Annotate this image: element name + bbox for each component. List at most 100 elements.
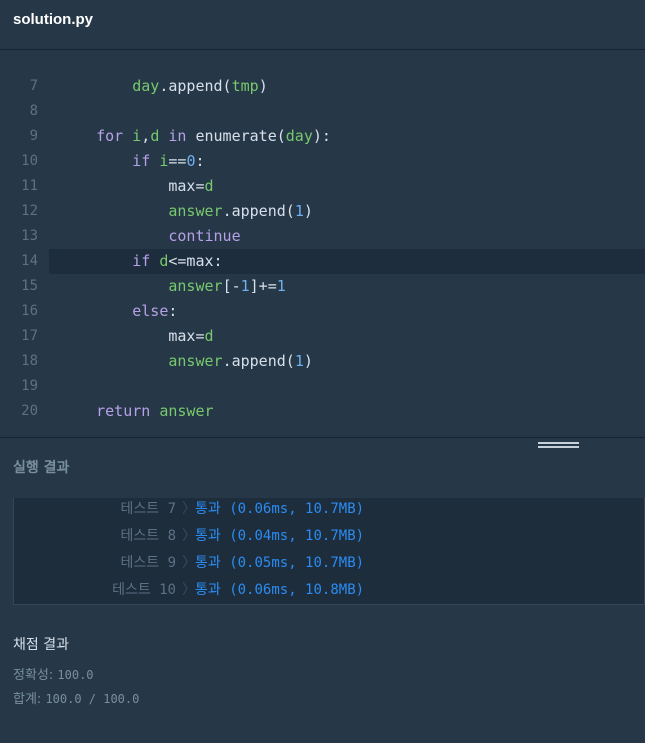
- code-token: ): [303, 352, 313, 370]
- result-row: 테스트 9 〉 통과 (0.05ms, 10.7MB): [14, 550, 644, 577]
- code-token: continue: [168, 227, 241, 245]
- code-text: if i==0:: [60, 149, 205, 174]
- total-value: 100.0 / 100.0: [45, 692, 140, 706]
- code-token: answer: [159, 402, 214, 420]
- line-number: 12: [21, 203, 38, 219]
- line-number: 9: [29, 128, 38, 144]
- code-token: :: [195, 152, 205, 170]
- code-line[interactable]: 12 answer.append(1): [0, 199, 645, 224]
- file-title: solution.py: [13, 11, 93, 28]
- code-line[interactable]: 19: [0, 374, 645, 399]
- line-number: 8: [29, 103, 38, 119]
- code-token: [-: [222, 277, 241, 295]
- code-token: ): [258, 77, 268, 95]
- code-token: ):: [312, 127, 331, 145]
- result-row: 테스트 8 〉 통과 (0.04ms, 10.7MB): [14, 523, 644, 550]
- test-name: 테스트 8: [120, 528, 177, 544]
- code-token: .append(: [159, 77, 232, 95]
- accuracy-value: 100.0: [57, 668, 94, 682]
- code-text: else:: [60, 299, 177, 324]
- line-number: 11: [21, 178, 38, 194]
- code-text: return answer: [60, 399, 214, 424]
- code-text: continue: [60, 224, 241, 249]
- code-line[interactable]: 17 max=d: [0, 324, 645, 349]
- total-label: 합계:: [13, 692, 46, 707]
- code-line[interactable]: 13 continue: [0, 224, 645, 249]
- code-token: ]+=: [249, 277, 277, 295]
- accuracy-label: 정확성:: [13, 668, 58, 683]
- test-result: 통과 (0.05ms, 10.7MB): [195, 555, 365, 571]
- code-line[interactable]: 8: [0, 99, 645, 124]
- code-token: ,: [141, 127, 151, 145]
- code-token: .append(: [222, 202, 295, 220]
- code-token: enumerate(: [195, 127, 286, 145]
- code-token: d: [204, 177, 214, 195]
- code-token: ==: [168, 152, 187, 170]
- code-line[interactable]: 20 return answer: [0, 399, 645, 424]
- code-editor[interactable]: 7 day.append(tmp) 8 9 for i,d in enumerate…: [0, 51, 645, 437]
- result-row: 테스트 10 〉 통과 (0.06ms, 10.8MB): [14, 577, 644, 604]
- chevron-right-icon: 〉: [182, 528, 196, 544]
- code-token: 1: [276, 277, 286, 295]
- code-token: if: [132, 152, 160, 170]
- test-name: 테스트 9: [120, 555, 177, 571]
- code-text: answer[-1]+=1: [60, 274, 286, 299]
- results-panel[interactable]: 테스트 7 〉 통과 (0.06ms, 10.7MB) 테스트 8 〉 통과 (…: [13, 498, 645, 605]
- code-token: for: [96, 127, 133, 145]
- code-token: .append(: [222, 352, 295, 370]
- line-number: 10: [21, 153, 38, 169]
- code-token: tmp: [231, 77, 259, 95]
- code-token: day: [132, 77, 160, 95]
- code-token: answer: [168, 202, 223, 220]
- code-token: in: [159, 127, 196, 145]
- test-result: 통과 (0.06ms, 10.7MB): [195, 501, 365, 517]
- line-number: 13: [21, 228, 38, 244]
- code-token: 1: [294, 352, 304, 370]
- code-token: i: [132, 127, 142, 145]
- grading-title: 채점 결과: [13, 637, 69, 653]
- code-text: answer.append(1): [60, 199, 313, 224]
- result-row: 테스트 7 〉 통과 (0.06ms, 10.7MB): [14, 498, 644, 523]
- code-line[interactable]: 11 max=d: [0, 174, 645, 199]
- code-token: answer: [168, 277, 223, 295]
- code-token: 1: [294, 202, 304, 220]
- chevron-right-icon: 〉: [182, 582, 196, 598]
- code-token: max=: [168, 327, 205, 345]
- code-line[interactable]: 15 answer[-1]+=1: [0, 274, 645, 299]
- code-line[interactable]: 9 for i,d in enumerate(day):: [0, 124, 645, 149]
- code-token: if: [132, 252, 160, 270]
- code-line[interactable]: 7 day.append(tmp): [0, 74, 645, 99]
- test-name: 테스트 10: [112, 582, 176, 598]
- code-line[interactable]: 16 else:: [0, 299, 645, 324]
- code-line[interactable]: 10 if i==0:: [0, 149, 645, 174]
- resize-handle-icon[interactable]: [538, 442, 579, 451]
- code-text: if d<=max:: [60, 249, 222, 274]
- line-number: 14: [21, 253, 38, 269]
- code-token: day: [285, 127, 313, 145]
- code-token: 1: [240, 277, 250, 295]
- code-line[interactable]: 18 answer.append(1): [0, 349, 645, 374]
- code-token: :: [168, 302, 178, 320]
- line-number: 19: [21, 378, 38, 394]
- test-result: 통과 (0.06ms, 10.8MB): [195, 582, 365, 598]
- code-token: else: [132, 302, 169, 320]
- code-token: d: [204, 327, 214, 345]
- accuracy-score: 정확성: 100.0: [13, 664, 94, 683]
- line-number: 15: [21, 278, 38, 294]
- code-line[interactable]: 14 if d<=max:: [21, 249, 645, 274]
- results-title: 실행 결과: [13, 460, 70, 476]
- chevron-right-icon: 〉: [182, 555, 196, 571]
- line-number: 16: [21, 303, 38, 319]
- code-token: ): [303, 202, 313, 220]
- line-number: 18: [21, 353, 38, 369]
- editor-header: solution.py: [0, 0, 645, 50]
- test-name: 테스트 7: [120, 501, 177, 517]
- line-number: 20: [21, 403, 38, 419]
